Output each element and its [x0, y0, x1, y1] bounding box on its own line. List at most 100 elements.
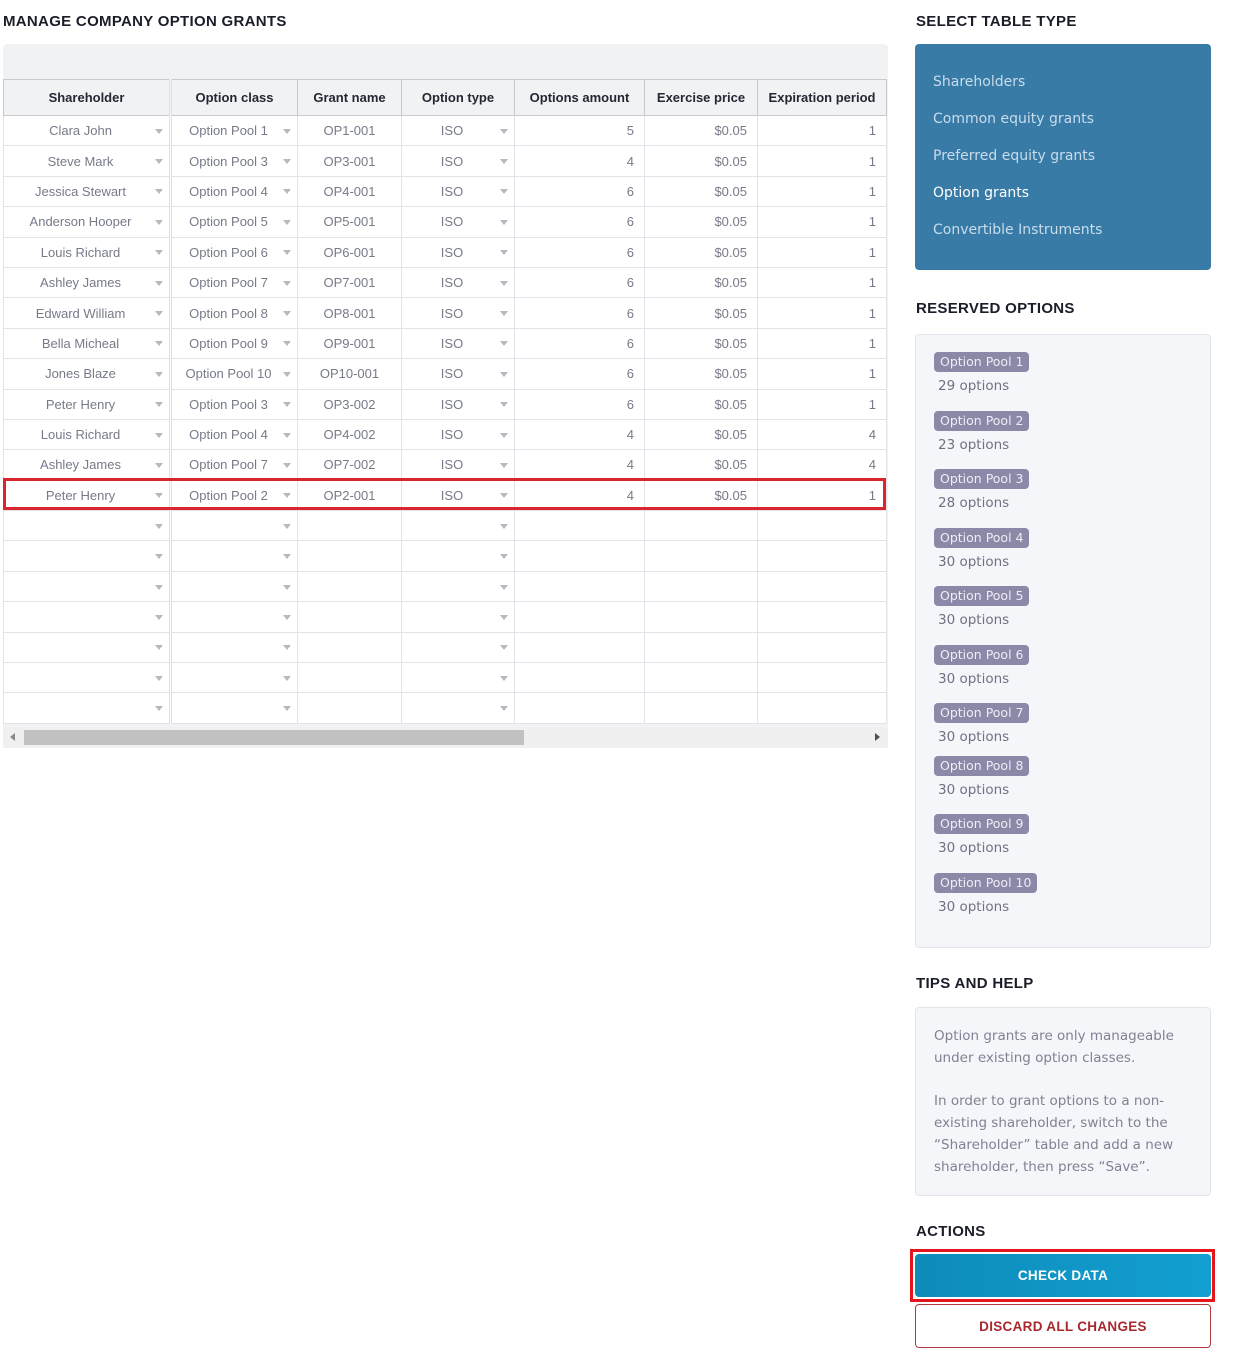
column-header-shareholder[interactable]: Shareholder [3, 79, 172, 116]
cell-grant-name[interactable]: OP5-001 [297, 206, 402, 238]
cell-expiration-period[interactable] [757, 570, 887, 603]
cell-exercise-price[interactable]: $0.05 [644, 358, 758, 390]
cell-exercise-price[interactable]: $0.05 [644, 206, 758, 238]
cell-shareholder[interactable] [3, 510, 172, 542]
cell-option-type[interactable]: ISO [401, 266, 515, 299]
cell-options-amount[interactable] [514, 692, 645, 724]
cell-grant-name[interactable]: OP4-001 [297, 175, 402, 208]
dropdown-caret-icon[interactable] [155, 614, 163, 620]
cell-exercise-price[interactable]: $0.05 [644, 327, 758, 360]
dropdown-caret-icon[interactable] [283, 614, 291, 620]
cell-exercise-price[interactable]: $0.05 [644, 479, 758, 512]
cell-expiration-period[interactable] [757, 540, 887, 572]
cell-option-class[interactable]: Option Pool 3 [170, 388, 298, 420]
cell-grant-name[interactable] [297, 540, 402, 572]
cell-shareholder[interactable]: Ashley James [3, 449, 172, 481]
dropdown-caret-icon[interactable] [283, 493, 291, 499]
dropdown-caret-icon[interactable] [155, 219, 163, 225]
column-header-exercise-price[interactable]: Exercise price [644, 79, 758, 116]
dropdown-caret-icon[interactable] [283, 462, 291, 468]
cell-expiration-period[interactable]: 1 [757, 236, 887, 268]
cell-options-amount[interactable]: 4 [514, 145, 645, 177]
dropdown-caret-icon[interactable] [155, 159, 163, 165]
cell-option-class[interactable] [170, 540, 298, 572]
cell-shareholder[interactable]: Anderson Hooper [3, 206, 172, 238]
dropdown-caret-icon[interactable] [500, 462, 508, 468]
scroll-right-arrow-icon[interactable] [875, 733, 880, 741]
cell-expiration-period[interactable]: 1 [757, 114, 887, 147]
dropdown-caret-icon[interactable] [155, 675, 163, 681]
discard-all-changes-button[interactable]: DISCARD ALL CHANGES [915, 1304, 1211, 1348]
cell-option-type[interactable]: ISO [401, 175, 515, 208]
table-type-preferred-equity-grants[interactable]: Preferred equity grants [933, 138, 1193, 175]
dropdown-caret-icon[interactable] [283, 706, 291, 712]
cell-grant-name[interactable]: OP3-002 [297, 388, 402, 420]
cell-exercise-price[interactable]: $0.05 [644, 236, 758, 268]
cell-option-class[interactable]: Option Pool 9 [170, 327, 298, 360]
cell-options-amount[interactable]: 6 [514, 388, 645, 420]
cell-expiration-period[interactable]: 1 [757, 479, 887, 512]
dropdown-caret-icon[interactable] [155, 128, 163, 134]
table-type-common-equity-grants[interactable]: Common equity grants [933, 101, 1193, 138]
cell-shareholder[interactable]: Ashley James [3, 266, 172, 299]
dropdown-caret-icon[interactable] [283, 371, 291, 377]
cell-grant-name[interactable]: OP10-001 [297, 358, 402, 390]
cell-option-type[interactable] [401, 692, 515, 724]
cell-option-type[interactable]: ISO [401, 206, 515, 238]
dropdown-caret-icon[interactable] [155, 493, 163, 499]
cell-option-type[interactable]: ISO [401, 297, 515, 329]
table-type-convertible-instruments[interactable]: Convertible Instruments [933, 212, 1193, 249]
dropdown-caret-icon[interactable] [283, 280, 291, 286]
cell-option-type[interactable]: ISO [401, 449, 515, 481]
cell-options-amount[interactable] [514, 540, 645, 572]
cell-option-class[interactable]: Option Pool 8 [170, 297, 298, 329]
cell-option-class[interactable]: Option Pool 7 [170, 266, 298, 299]
cell-expiration-period[interactable]: 4 [757, 418, 887, 451]
dropdown-caret-icon[interactable] [283, 189, 291, 195]
cell-exercise-price[interactable] [644, 540, 758, 572]
cell-option-type[interactable]: ISO [401, 236, 515, 268]
dropdown-caret-icon[interactable] [155, 371, 163, 377]
cell-exercise-price[interactable]: $0.05 [644, 266, 758, 299]
dropdown-caret-icon[interactable] [283, 523, 291, 529]
dropdown-caret-icon[interactable] [283, 554, 291, 560]
cell-options-amount[interactable]: 4 [514, 418, 645, 451]
cell-options-amount[interactable] [514, 510, 645, 542]
cell-expiration-period[interactable] [757, 601, 887, 633]
cell-shareholder[interactable]: Steve Mark [3, 145, 172, 177]
dropdown-caret-icon[interactable] [500, 341, 508, 347]
cell-option-class[interactable]: Option Pool 5 [170, 206, 298, 238]
cell-options-amount[interactable]: 6 [514, 327, 645, 360]
cell-exercise-price[interactable] [644, 631, 758, 664]
cell-options-amount[interactable]: 6 [514, 358, 645, 390]
cell-option-class[interactable]: Option Pool 4 [170, 418, 298, 451]
dropdown-caret-icon[interactable] [155, 584, 163, 590]
horizontal-scrollbar[interactable] [3, 727, 888, 748]
cell-grant-name[interactable]: OP6-001 [297, 236, 402, 268]
cell-exercise-price[interactable]: $0.05 [644, 449, 758, 481]
dropdown-caret-icon[interactable] [155, 311, 163, 317]
cell-option-class[interactable] [170, 570, 298, 603]
cell-grant-name[interactable]: OP4-002 [297, 418, 402, 451]
cell-options-amount[interactable] [514, 662, 645, 694]
dropdown-caret-icon[interactable] [500, 432, 508, 438]
cell-grant-name[interactable]: OP7-001 [297, 266, 402, 299]
cell-expiration-period[interactable]: 1 [757, 327, 887, 360]
table-type-shareholders[interactable]: Shareholders [933, 64, 1193, 101]
dropdown-caret-icon[interactable] [283, 128, 291, 134]
cell-grant-name[interactable]: OP1-001 [297, 114, 402, 147]
dropdown-caret-icon[interactable] [155, 523, 163, 529]
cell-option-class[interactable]: Option Pool 3 [170, 145, 298, 177]
dropdown-caret-icon[interactable] [283, 402, 291, 408]
cell-shareholder[interactable]: Louis Richard [3, 236, 172, 268]
cell-option-type[interactable]: ISO [401, 358, 515, 390]
dropdown-caret-icon[interactable] [500, 250, 508, 256]
dropdown-caret-icon[interactable] [283, 250, 291, 256]
dropdown-caret-icon[interactable] [500, 675, 508, 681]
cell-exercise-price[interactable]: $0.05 [644, 114, 758, 147]
cell-shareholder[interactable]: Bella Micheal [3, 327, 172, 360]
cell-expiration-period[interactable]: 1 [757, 266, 887, 299]
dropdown-caret-icon[interactable] [500, 371, 508, 377]
dropdown-caret-icon[interactable] [155, 402, 163, 408]
cell-option-class[interactable] [170, 692, 298, 724]
